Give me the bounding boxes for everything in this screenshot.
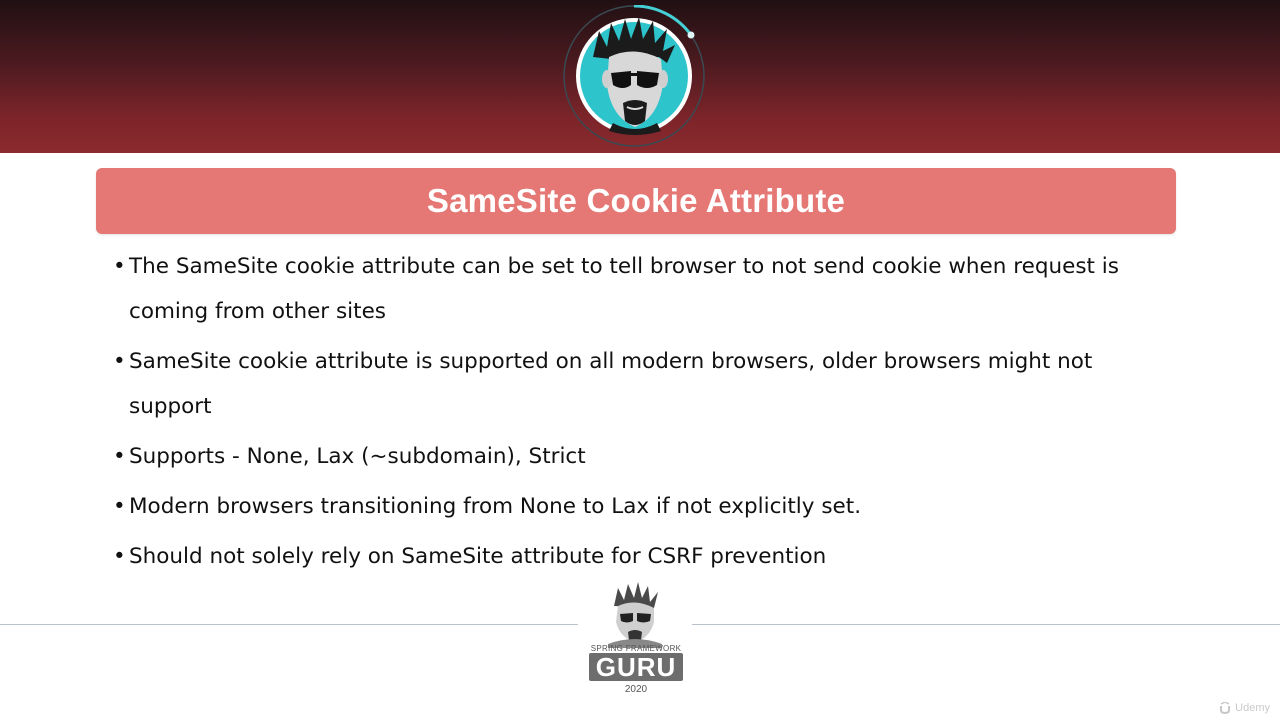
bullet-text: Should not solely rely on SameSite attri…	[129, 544, 827, 569]
avatar	[563, 4, 705, 147]
bullet-item: • The SameSite cookie attribute can be s…	[112, 244, 1132, 334]
bullet-list: • The SameSite cookie attribute can be s…	[112, 244, 1132, 584]
avatar-illustration	[563, 4, 705, 147]
bullet-text: Supports - None, Lax (~subdomain), Stric…	[129, 444, 586, 469]
footer-divider-right	[692, 624, 1280, 625]
guru-logo-word: GURU	[589, 653, 683, 681]
bullet-marker: •	[113, 444, 126, 469]
bullet-text: Modern browsers transitioning from None …	[129, 494, 862, 519]
watermark-text: Udemy	[1235, 702, 1270, 714]
udemy-logo-icon	[1220, 702, 1231, 714]
bullet-text: SameSite cookie attribute is supported o…	[129, 349, 1093, 419]
slide-title-banner: SameSite Cookie Attribute	[96, 168, 1176, 234]
footer-divider-left	[0, 624, 578, 625]
bullet-marker: •	[113, 349, 126, 374]
bullet-text: The SameSite cookie attribute can be set…	[129, 254, 1119, 324]
bullet-marker: •	[113, 494, 126, 519]
bullet-item: • Should not solely rely on SameSite att…	[112, 534, 1132, 579]
bullet-item: • Supports - None, Lax (~subdomain), Str…	[112, 434, 1132, 479]
guru-face-icon	[608, 582, 662, 648]
bullet-marker: •	[113, 544, 126, 569]
guru-logo-year: 2020	[624, 684, 648, 695]
slide-title: SameSite Cookie Attribute	[426, 182, 846, 219]
bullet-item: • Modern browsers transitioning from Non…	[112, 484, 1132, 529]
bullet-item: • SameSite cookie attribute is supported…	[112, 339, 1132, 429]
udemy-watermark: Udemy	[1219, 702, 1270, 714]
bullet-marker: •	[113, 254, 126, 279]
